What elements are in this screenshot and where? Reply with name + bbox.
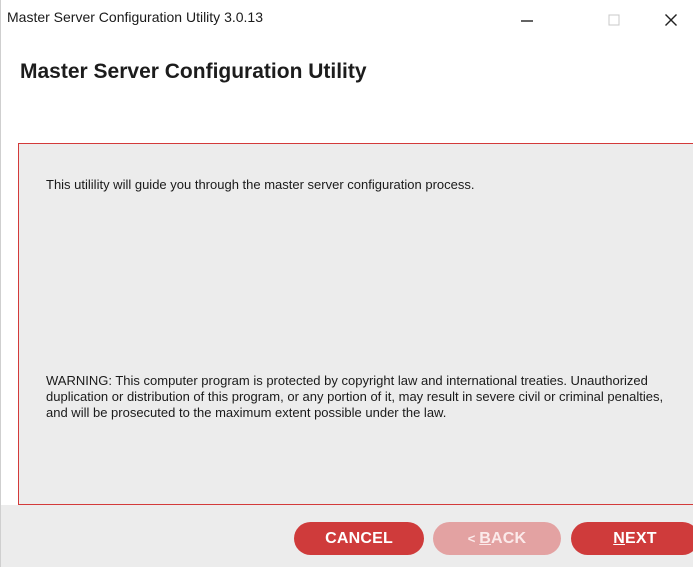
window-title: Master Server Configuration Utility 3.0.… <box>7 9 263 25</box>
maximize-button[interactable] <box>591 0 637 40</box>
title-bar[interactable]: Master Server Configuration Utility 3.0.… <box>1 0 693 40</box>
minimize-icon <box>521 20 533 22</box>
close-button[interactable] <box>648 0 693 40</box>
back-arrow-icon: < <box>467 531 476 546</box>
content-panel: This utilility will guide you through th… <box>18 143 693 505</box>
intro-text: This utilility will guide you through th… <box>46 177 475 192</box>
close-icon <box>665 14 677 26</box>
app-window: Master Server Configuration Utility 3.0.… <box>0 0 693 567</box>
cancel-button[interactable]: CANCEL <box>294 522 424 555</box>
button-bar: CANCEL < BACK NEXT <box>1 505 693 567</box>
back-button-label: BACK <box>479 529 527 547</box>
next-button[interactable]: NEXT <box>571 522 693 555</box>
copyright-warning-text: WARNING: This computer program is protec… <box>46 373 664 420</box>
page-title: Master Server Configuration Utility <box>20 60 367 83</box>
next-button-label: NEXT <box>613 529 657 547</box>
minimize-button[interactable] <box>504 0 550 40</box>
maximize-icon <box>608 14 620 26</box>
cancel-button-label: CANCEL <box>325 529 393 547</box>
back-button[interactable]: < BACK <box>433 522 561 555</box>
